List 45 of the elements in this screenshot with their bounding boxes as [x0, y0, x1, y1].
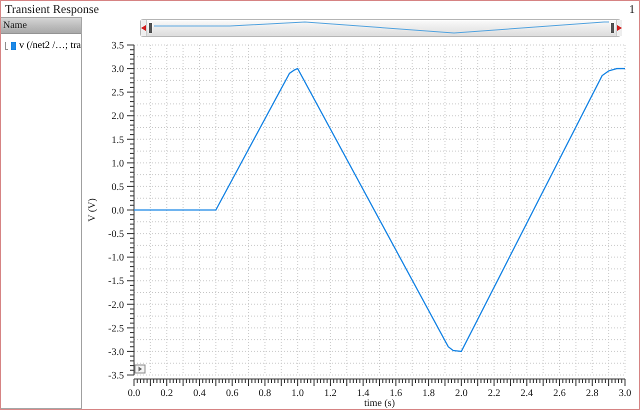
- x-tick-label: 0.2: [160, 388, 173, 399]
- signal-name[interactable]: v (/net2 /…; tra: [19, 40, 81, 51]
- y-tick-label: 2.5: [112, 88, 124, 99]
- x-tick-label: 2.2: [488, 388, 500, 399]
- y-tick-label: 0.5: [112, 182, 124, 193]
- y-tick-label: 1.0: [112, 158, 124, 170]
- x-tick-label: 2.6: [553, 388, 566, 399]
- y-tick-label: -3.0: [108, 346, 124, 358]
- y-tick-label: 3.5: [112, 40, 124, 52]
- scroll-left-button[interactable]: [141, 20, 146, 36]
- y-tick-label: -0.5: [108, 228, 124, 240]
- x-tick-label: 1.8: [422, 388, 435, 399]
- y-tick-label: -2.0: [108, 300, 124, 311]
- y-tick-label: -2.5: [108, 323, 124, 334]
- x-tick-label: 2.8: [586, 388, 599, 399]
- x-tick-label: 0.4: [193, 388, 206, 399]
- plot-number: 1: [629, 2, 635, 16]
- overview-scrollbar[interactable]: [140, 19, 621, 37]
- y-tick-label: 0.0: [112, 205, 124, 216]
- tree-connector-icon: [5, 42, 8, 50]
- y-tick-label: 1.5: [112, 134, 124, 146]
- x-tick-label: 1.2: [324, 388, 337, 399]
- x-tick-label: 0.8: [258, 388, 272, 399]
- x-tick-label: 1.6: [390, 388, 402, 399]
- x-tick-label: 1.4: [356, 388, 370, 399]
- waveform-icon: [154, 21, 609, 35]
- y-axis-title: V (V): [87, 198, 98, 222]
- x-tick-label: 0.6: [226, 388, 238, 399]
- x-axis-title: time (s): [364, 398, 395, 409]
- left-handle[interactable]: [149, 23, 152, 33]
- y-tick-label: -3.5: [108, 370, 124, 382]
- y-tick-label: -1.5: [108, 276, 124, 288]
- x-tick-label: 2.4: [520, 388, 534, 399]
- x-tick-label: 1.0: [291, 388, 304, 399]
- y-tick-label: -1.0: [108, 252, 124, 264]
- x-tick-label: 0.0: [128, 388, 140, 399]
- y-tick-label: 2.0: [112, 111, 124, 122]
- play-button[interactable]: [134, 364, 146, 374]
- window-title: Transient Response: [5, 2, 99, 16]
- x-tick-label: 3.0: [618, 388, 632, 399]
- column-header: Name: [1, 18, 81, 34]
- x-tick-label: 2.0: [455, 388, 468, 399]
- y-tick-label: 3.0: [112, 64, 124, 75]
- right-handle[interactable]: [611, 23, 614, 33]
- scroll-right-button[interactable]: [617, 20, 622, 36]
